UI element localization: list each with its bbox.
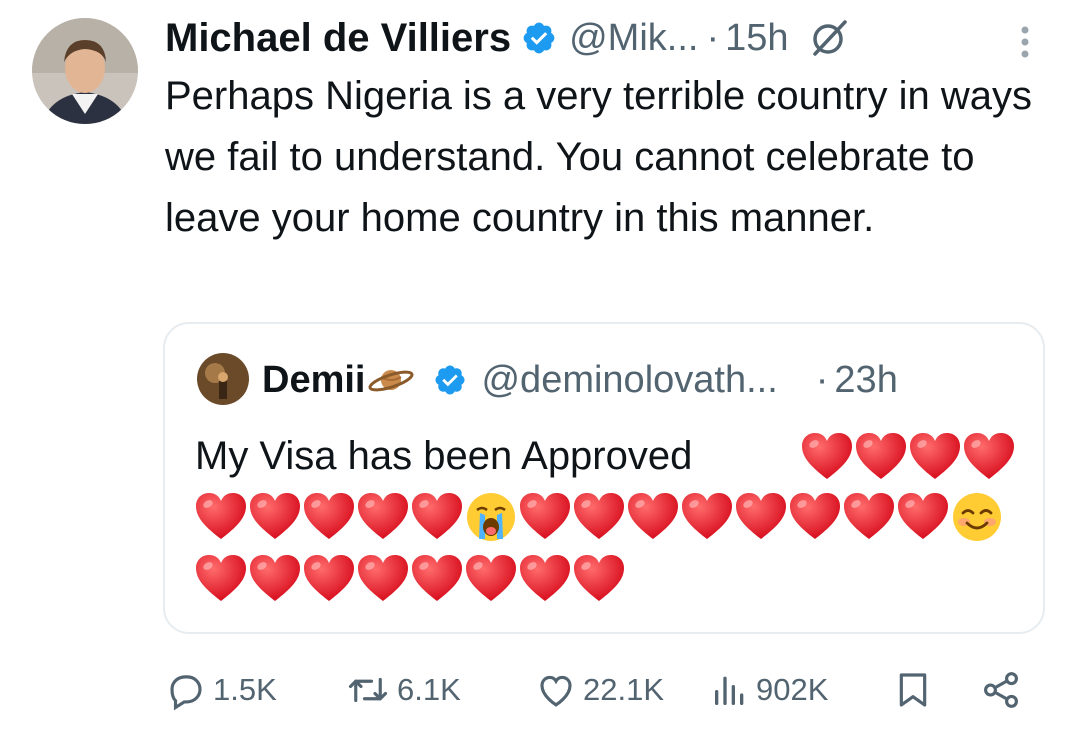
heart-emoji-icon [962, 432, 1016, 482]
smiling-face-emoji-icon [951, 491, 1003, 543]
heart-emoji-icon [734, 492, 788, 542]
heart-emoji-icon [680, 492, 734, 542]
repost-icon [345, 669, 391, 711]
reply-count: 1.5K [213, 672, 277, 707]
heart-emoji-icon [302, 492, 356, 542]
views-count: 902K [756, 672, 829, 707]
heart-emoji-icon [842, 492, 896, 542]
like-button[interactable]: 22.1K [535, 660, 664, 720]
quote-header: Demii @deminolovath... · 23h [262, 350, 898, 410]
quote-author-avatar[interactable] [197, 353, 249, 405]
heart-emoji-icon [248, 492, 302, 542]
quote-author-name[interactable]: Demii [262, 359, 365, 402]
heart-emoji-icon [572, 492, 626, 542]
repost-button[interactable]: 6.1K [345, 660, 461, 720]
author-name[interactable]: Michael de Villiers [165, 16, 511, 61]
like-count: 22.1K [583, 672, 665, 707]
heart-emoji-icon [356, 492, 410, 542]
tweet-timestamp[interactable]: 15h [725, 17, 788, 60]
heart-emoji-icon [908, 432, 962, 482]
views-chart-icon [710, 669, 750, 711]
tweet-text: Perhaps Nigeria is a very terrible count… [165, 74, 1033, 240]
views-button[interactable]: 902K [710, 660, 828, 720]
reply-button[interactable]: 1.5K [165, 660, 277, 720]
heart-emoji-icon [518, 492, 572, 542]
crying-face-emoji-icon [465, 491, 517, 543]
separator-dot: · [815, 358, 829, 401]
heart-emoji-icon [800, 432, 854, 482]
emoji-row [800, 430, 1016, 484]
reply-icon [165, 669, 207, 711]
grok-icon[interactable] [809, 18, 849, 58]
bookmark-button[interactable] [893, 660, 933, 720]
share-icon [980, 669, 1022, 711]
bookmark-icon [893, 668, 933, 712]
heart-emoji-icon [854, 432, 908, 482]
quote-timestamp[interactable]: 23h [834, 359, 897, 402]
heart-emoji-icon [410, 554, 464, 604]
author-avatar[interactable] [32, 18, 138, 124]
heart-emoji-icon [572, 554, 626, 604]
heart-icon [535, 669, 577, 711]
heart-emoji-icon [518, 554, 572, 604]
heart-emoji-icon [248, 554, 302, 604]
heart-emoji-icon [464, 554, 518, 604]
heart-emoji-icon [194, 492, 248, 542]
heart-emoji-icon [410, 492, 464, 542]
quote-author-handle[interactable]: @deminolovath... [481, 359, 777, 402]
heart-emoji-icon [788, 492, 842, 542]
repost-count: 6.1K [397, 672, 461, 707]
heart-emoji-icon [896, 492, 950, 542]
author-handle[interactable]: @Mik... [569, 17, 698, 60]
quote-text: My Visa has been Approved [195, 434, 693, 478]
tweet-header: Michael de Villiers @Mik... · 15h [165, 10, 849, 66]
heart-emoji-icon [302, 554, 356, 604]
heart-emoji-icon [356, 554, 410, 604]
verified-badge-icon [433, 363, 467, 397]
share-button[interactable] [980, 660, 1022, 720]
emoji-row [194, 552, 626, 606]
ringed-planet-icon [367, 363, 415, 397]
tweet-actions-bar: 1.5K 6.1K 22.1K 902K [165, 660, 1035, 720]
emoji-row [194, 490, 1004, 544]
heart-emoji-icon [626, 492, 680, 542]
separator-dot: · [706, 16, 720, 59]
more-options-icon[interactable] [1018, 22, 1032, 62]
verified-badge-icon [521, 20, 557, 56]
heart-emoji-icon [194, 554, 248, 604]
